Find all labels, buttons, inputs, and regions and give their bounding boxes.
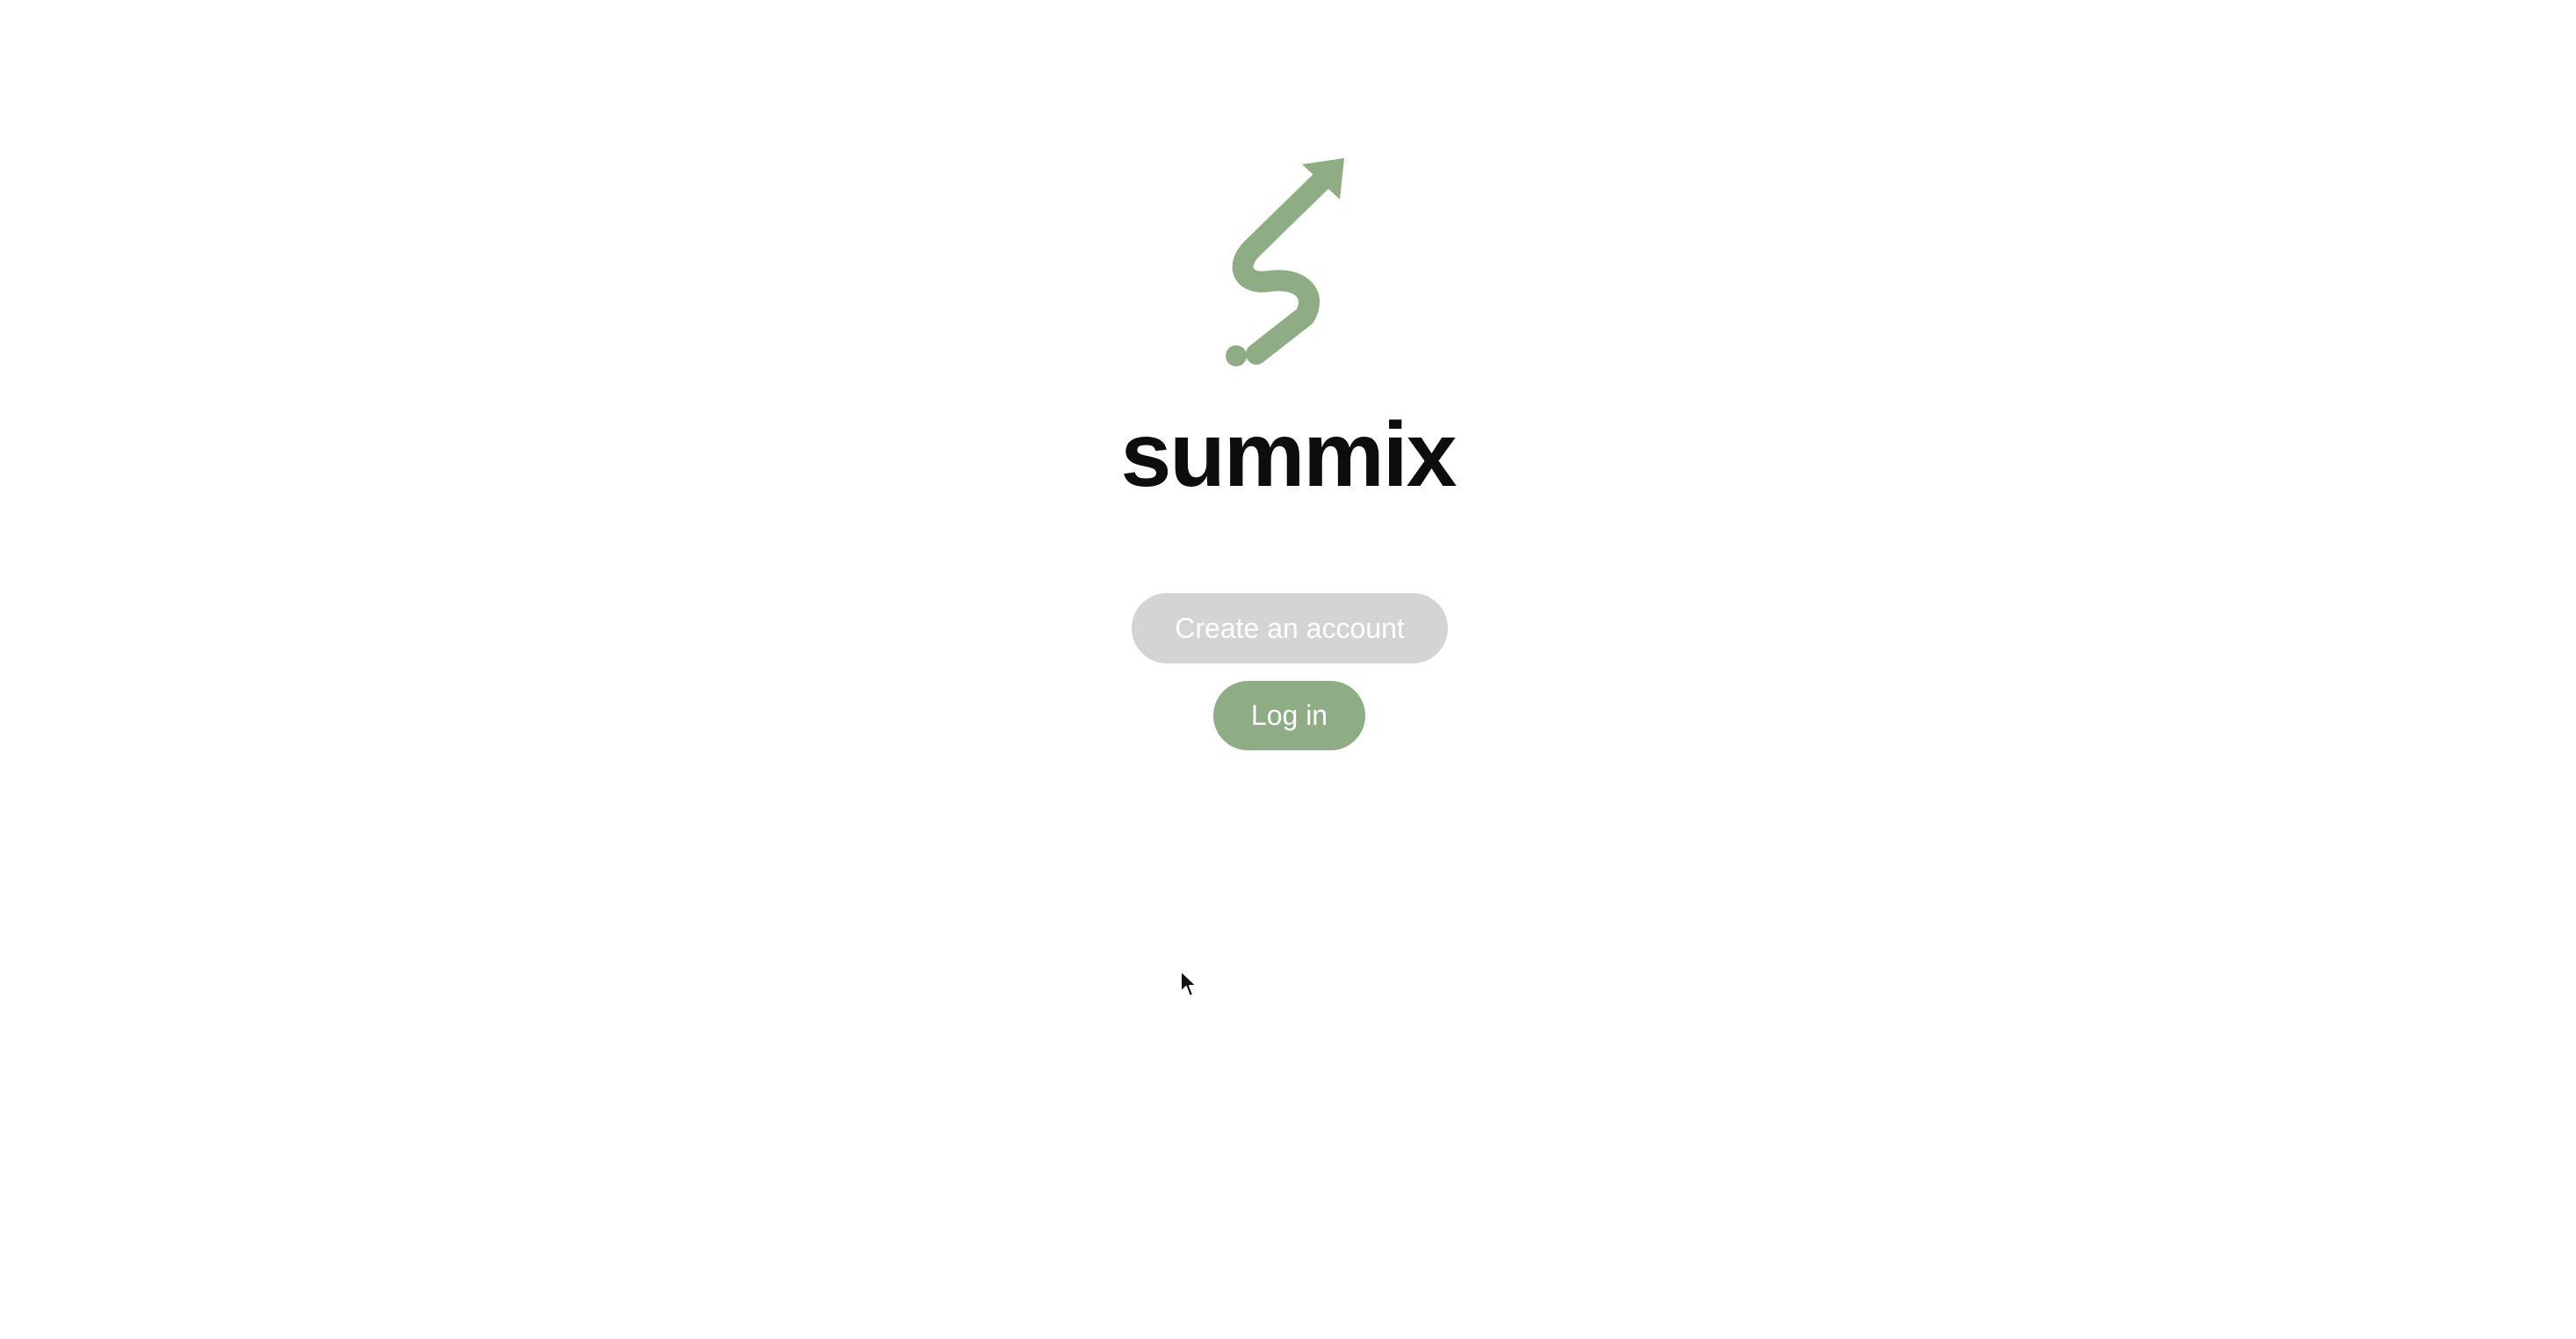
summix-logo-icon <box>1217 154 1344 369</box>
log-in-button[interactable]: Log in <box>1213 681 1365 750</box>
mouse-pointer-icon <box>1179 969 1198 999</box>
create-account-button[interactable]: Create an account <box>1132 593 1448 663</box>
welcome-screen: summix Create an account Log in <box>0 0 2576 1339</box>
app-name: summix <box>1120 404 1457 506</box>
